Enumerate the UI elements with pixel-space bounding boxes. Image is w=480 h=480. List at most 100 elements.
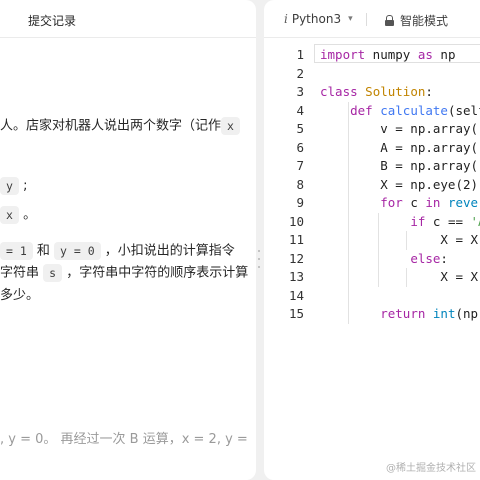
code-token: X = X.d xyxy=(320,232,480,247)
line-number: 1 xyxy=(296,47,304,62)
description-text: 。 xyxy=(18,207,37,223)
code-token: for xyxy=(380,195,403,210)
problem-panel: 提交记录 人。店家对机器人说出两个数字（记作 x y ; x 。 = 1 和 y = 0… xyxy=(0,0,256,480)
code-token: Solution xyxy=(365,84,426,99)
line-number: 11 xyxy=(288,232,304,247)
line-number: 12 xyxy=(288,250,304,266)
code-line[interactable]: 9 for c in revers xyxy=(264,194,480,213)
chevron-down-icon: ▾ xyxy=(348,14,353,24)
code-editor-panel: i Python3 ▾ 智能模式 1 import numpy as np 2 3 cl… xyxy=(264,0,480,480)
description-line: 多少。 xyxy=(0,287,39,305)
description-line: , y = 0。 再经过一次 B 运算，x = 2, y = xyxy=(0,431,248,449)
code-text: if c == 'A xyxy=(320,213,480,232)
description-text: , y = 0。 再经过一次 B 运算，x = 2, y = xyxy=(0,432,248,447)
code-line[interactable]: 13 X = X.d xyxy=(264,268,480,287)
code-token: c xyxy=(402,195,426,210)
code-token: np xyxy=(432,47,456,62)
description-line: = 1 和 y = 0 ，小扣说出的计算指令 xyxy=(0,242,235,261)
code-line[interactable]: 7 B = np.array([ xyxy=(264,157,480,176)
description-line: x 。 xyxy=(0,206,36,225)
indent-guide xyxy=(406,231,407,250)
line-number: 6 xyxy=(296,139,304,155)
code-line[interactable]: 4 def calculate(self xyxy=(264,102,480,121)
code-line[interactable]: 14 xyxy=(264,287,480,306)
code-line[interactable]: 11 X = X.d xyxy=(264,231,480,250)
line-number: 3 xyxy=(296,84,304,99)
problem-description: 人。店家对机器人说出两个数字（记作 x y ; x 。 = 1 和 y = 0 ，小扣说… xyxy=(0,0,256,480)
code-line[interactable]: 15 return int(np.s xyxy=(264,305,480,324)
code-text: return int(np.s xyxy=(320,305,480,324)
indent-guide xyxy=(378,212,379,287)
pane-resize-handle[interactable] xyxy=(257,250,261,268)
code-token: as xyxy=(417,47,433,62)
toolbar-divider xyxy=(366,13,367,26)
code-line[interactable]: 8 X = np.eye(2) xyxy=(264,176,480,195)
code-token: calculate xyxy=(380,102,448,118)
language-label: Python3 xyxy=(291,12,342,26)
code-text: A = np.array([ xyxy=(320,139,480,158)
code-token: (np.s xyxy=(455,306,480,321)
line-number: 10 xyxy=(288,213,304,229)
code-token: else xyxy=(410,250,441,266)
code-token: in xyxy=(425,195,441,210)
code-token: if xyxy=(410,213,426,229)
code-token: X = X.d xyxy=(320,269,480,284)
code-token: : xyxy=(440,250,448,266)
line-number: 15 xyxy=(288,306,304,321)
smart-mode-button[interactable]: 智能模式 xyxy=(385,12,448,29)
description-text: 字符串 xyxy=(0,265,44,281)
code-token: int xyxy=(432,306,456,321)
indent-guide xyxy=(348,101,349,324)
line-number: 14 xyxy=(288,287,304,303)
description-text: ; xyxy=(18,178,28,194)
line-number: 2 xyxy=(296,65,304,81)
code-token: revers xyxy=(447,195,480,210)
code-token: c == xyxy=(425,213,471,229)
inline-code: y xyxy=(0,177,19,195)
code-line[interactable]: 5 v = np.array([1 xyxy=(264,120,480,139)
description-line: 人。店家对机器人说出两个数字（记作 x xyxy=(0,117,240,136)
code-text: v = np.array([1 xyxy=(320,120,480,139)
code-line[interactable]: 2 xyxy=(264,65,480,84)
mode-label: 智能模式 xyxy=(400,14,449,28)
language-selector[interactable]: i Python3 ▾ xyxy=(284,12,353,26)
code-text: for c in revers xyxy=(320,194,480,213)
description-text: ，字符串中字符的顺序表示计算 xyxy=(62,265,249,281)
inline-code: = 1 xyxy=(0,242,33,260)
code-token: return xyxy=(380,306,426,321)
code-token: X = np.eye(2) xyxy=(320,176,479,192)
code-token: (self xyxy=(447,102,480,118)
code-line[interactable]: 1 import numpy as np xyxy=(264,46,480,65)
code-line[interactable]: 6 A = np.array([ xyxy=(264,139,480,158)
inline-code: x xyxy=(0,206,19,224)
line-number: 8 xyxy=(296,176,304,192)
code-token: import xyxy=(320,47,366,62)
code-token: v = np.array([1 xyxy=(320,121,480,136)
description-text: ，小扣说出的计算指令 xyxy=(100,243,235,259)
description-line: y ; xyxy=(0,177,27,196)
info-icon: i xyxy=(284,12,288,26)
code-token: A = np.array([ xyxy=(320,139,480,155)
code-line[interactable]: 12 else: xyxy=(264,250,480,269)
line-number: 9 xyxy=(296,195,304,210)
code-text: B = np.array([ xyxy=(320,157,480,176)
code-token: class xyxy=(320,84,358,99)
code-token: B = np.array([ xyxy=(320,158,480,173)
code-line[interactable]: 3 class Solution: xyxy=(264,83,480,102)
line-number: 13 xyxy=(288,269,304,284)
watermark: @稀土掘金技术社区 xyxy=(386,463,476,474)
code-token: numpy xyxy=(365,47,418,62)
code-text: class Solution: xyxy=(320,83,433,102)
line-number: 7 xyxy=(296,158,304,173)
indent-guide xyxy=(406,268,407,287)
code-line[interactable]: 10 if c == 'A xyxy=(264,213,480,232)
code-token: 'A xyxy=(470,213,480,229)
code-text: def calculate(self xyxy=(320,102,480,121)
inline-code: y = 0 xyxy=(54,242,101,260)
inline-code: s xyxy=(43,264,63,282)
